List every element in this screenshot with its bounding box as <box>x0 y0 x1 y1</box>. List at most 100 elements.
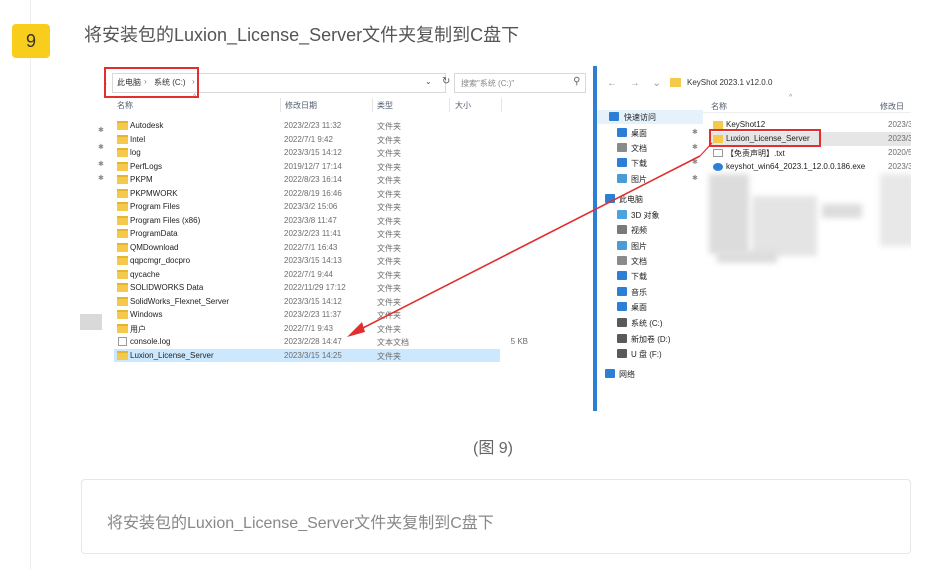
file-row[interactable]: qqpcmgr_docpro 2023/3/15 14:13 文件夹 <box>114 254 500 268</box>
file-name: Program Files (x86) <box>130 215 201 225</box>
folder-icon <box>117 175 128 184</box>
tutorial-screenshot: › 此电脑 › 系统 (C:) › ⌄ ↻ 搜索"系统 (C:)" ⚲ ^ 名称… <box>80 66 911 411</box>
file-type: 文件夹 <box>377 135 401 145</box>
figure-caption: (图 9) <box>473 440 514 457</box>
file-row[interactable]: SOLIDWORKS Data 2022/11/29 17:12 文件夹 <box>114 281 500 295</box>
file-type: 文件夹 <box>377 243 401 253</box>
download-icon <box>617 271 627 280</box>
address-dropdown-icon[interactable]: ⌄ <box>425 77 432 86</box>
right-file-name: KeyShot12 <box>726 120 766 129</box>
right-file-date: 2023/3/ <box>888 162 911 171</box>
file-name: PKPMWORK <box>130 188 178 198</box>
breadcrumb-separator-icon: › <box>192 77 195 86</box>
right-column-header-date[interactable]: 修改日 <box>880 101 904 112</box>
file-row[interactable]: qycache 2022/7/1 9:44 文件夹 <box>114 268 500 282</box>
blurred-region <box>880 174 911 246</box>
breadcrumb-this-pc[interactable]: 此电脑 <box>117 77 141 88</box>
folder-icon <box>117 202 128 211</box>
file-size: 5 KB <box>510 337 528 346</box>
search-icon: ⚲ <box>572 76 580 87</box>
file-row[interactable]: Program Files (x86) 2023/3/8 11:47 文件夹 <box>114 214 500 228</box>
step-number-badge: 9 <box>12 24 50 58</box>
column-header-type[interactable]: 类型 <box>377 100 393 111</box>
file-name: Program Files <box>130 202 180 211</box>
file-date: 2022/7/1 9:44 <box>284 269 333 279</box>
column-divider[interactable] <box>372 98 373 112</box>
file-row[interactable]: Intel 2022/7/1 9:42 文件夹 <box>114 133 500 147</box>
nav-item[interactable]: 快速访问 <box>597 110 703 124</box>
file-row[interactable]: Luxion_License_Server 2023/3/15 14:25 文件夹 <box>114 348 500 362</box>
file-type: 文件夹 <box>377 311 401 320</box>
left-search-input[interactable]: 搜索"系统 (C:)" ⚲ <box>454 73 586 93</box>
file-row[interactable]: Autodesk 2023/2/23 11:32 文件夹 <box>114 119 500 133</box>
file-row[interactable]: 用户 2022/7/1 9:43 文件夹 <box>114 322 500 336</box>
file-type: 文件夹 <box>377 122 401 131</box>
file-row[interactable]: log 2023/3/15 14:12 文件夹 <box>114 146 500 160</box>
column-divider[interactable] <box>280 98 281 112</box>
file-row[interactable]: Program Files 2023/3/2 15:06 文件夹 <box>114 200 500 214</box>
note-text: 将安装包的Luxion_License_Server文件夹复制到C盘下 <box>107 515 494 532</box>
right-file-row[interactable]: keyshot_win64_2023.1_12.0.0.186.exe 2023/… <box>711 160 911 174</box>
file-type: 文件夹 <box>377 284 401 293</box>
file-row[interactable]: QMDownload 2022/7/1 16:43 文件夹 <box>114 241 500 255</box>
right-address-path[interactable]: KeyShot 2023.1 v12.0.0 <box>687 78 772 87</box>
file-date: 2023/3/15 14:12 <box>284 148 342 157</box>
column-header-name[interactable]: 名称 <box>117 100 133 111</box>
star-icon <box>609 112 619 121</box>
pin-icon: ✱ <box>692 159 698 166</box>
pin-icon: ✱ <box>98 161 104 168</box>
right-file-row[interactable]: 【免责声明】.txt 2020/5/ <box>711 146 911 160</box>
network-icon <box>605 369 615 378</box>
text-file-icon <box>713 149 723 157</box>
left-address-row: 此电脑 › 系统 (C:) › ⌄ ↻ 搜索"系统 (C:)" ⚲ <box>104 67 592 98</box>
file-type: 文件夹 <box>377 189 401 199</box>
folder-icon <box>117 350 128 360</box>
file-name: Luxion_License_Server <box>130 350 214 360</box>
file-row[interactable]: PKPMWORK 2022/8/19 16:46 文件夹 <box>114 187 500 201</box>
right-file-date: 2020/5/ <box>888 148 911 157</box>
nav-item-label: 音乐 <box>631 288 647 297</box>
download-icon <box>617 158 627 167</box>
3d-object-icon <box>617 210 627 219</box>
left-explorer-window: › 此电脑 › 系统 (C:) › ⌄ ↻ 搜索"系统 (C:)" ⚲ ^ 名称… <box>98 66 592 411</box>
file-row[interactable]: PKPM 2022/8/23 16:14 文件夹 <box>114 173 500 187</box>
breadcrumb-system-c[interactable]: 系统 (C:) <box>154 77 186 88</box>
file-date: 2023/2/23 11:32 <box>284 121 342 130</box>
file-name: Autodesk <box>130 121 164 130</box>
left-address-bar[interactable]: 此电脑 › 系统 (C:) › ⌄ ↻ <box>104 67 450 98</box>
blurred-region <box>752 196 817 256</box>
nav-item-label: 下载 <box>631 272 647 281</box>
folder-icon <box>117 215 128 225</box>
file-date: 2023/3/15 14:12 <box>284 296 342 306</box>
refresh-icon[interactable]: ↻ <box>442 76 450 87</box>
column-header-size[interactable]: 大小 <box>455 100 471 111</box>
right-header-divider <box>703 112 911 113</box>
nav-item-label: 桌面 <box>631 303 647 312</box>
exe-icon <box>713 163 723 171</box>
nav-item-label: 文档 <box>631 144 647 153</box>
file-name: qycache <box>130 269 160 279</box>
column-header-date[interactable]: 修改日期 <box>285 100 317 111</box>
file-row[interactable]: Windows 2023/2/23 11:37 文件夹 <box>114 308 500 322</box>
file-row[interactable]: console.log 2023/2/28 14:47 文本文档 5 KB <box>114 335 528 349</box>
file-name: console.log <box>130 337 171 346</box>
page-left-rule <box>30 0 31 569</box>
nav-item-label: 3D 对象 <box>631 211 660 220</box>
file-name: Intel <box>130 134 146 144</box>
left-gray-block <box>80 314 102 330</box>
picture-icon <box>617 174 627 183</box>
column-divider[interactable] <box>449 98 450 112</box>
computer-icon <box>605 194 615 203</box>
file-row[interactable]: ProgramData 2023/2/23 11:41 文件夹 <box>114 227 500 241</box>
file-row[interactable]: PerfLogs 2019/12/7 17:14 文件夹 <box>114 160 500 174</box>
column-divider[interactable] <box>501 98 502 112</box>
right-column-header-name[interactable]: 名称 <box>711 101 727 112</box>
step-title: 将安装包的Luxion_License_Server文件夹复制到C盘下 <box>84 25 520 45</box>
file-row[interactable]: SolidWorks_Flexnet_Server 2023/3/15 14:12… <box>114 295 500 309</box>
folder-icon <box>117 310 128 319</box>
sort-caret-icon: ^ <box>789 94 793 101</box>
file-name: PerfLogs <box>130 161 163 171</box>
nav-item-label: 下载 <box>631 159 647 168</box>
nav-item-label: 快速访问 <box>624 113 656 122</box>
file-date: 2022/11/29 17:12 <box>284 283 346 292</box>
